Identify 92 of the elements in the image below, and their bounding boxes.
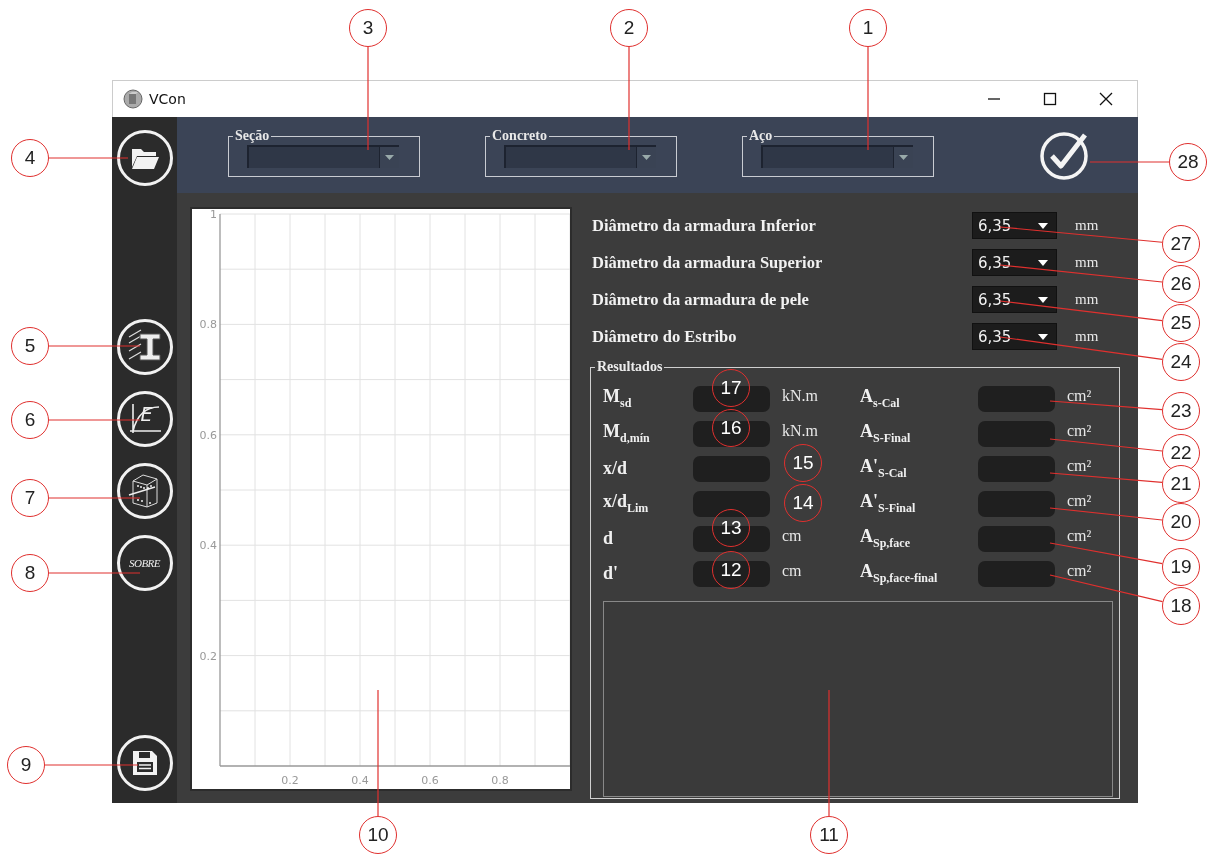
selector-label: Concreto	[491, 129, 548, 143]
y-tick-label: 0.8	[199, 318, 217, 332]
diameter-dropdown[interactable]: 6,35	[972, 249, 1057, 276]
result-field[interactable]	[693, 420, 770, 447]
unit-label: cm²	[1066, 562, 1092, 579]
caret-icon	[1038, 222, 1048, 229]
callout-marker: 26	[1162, 265, 1200, 303]
result-label: x/d$_{Lim}$	[603, 491, 650, 516]
callout-marker: 3	[349, 9, 387, 47]
result-label: M$_{sd}$	[603, 386, 633, 411]
callout-marker: 7	[11, 479, 49, 517]
x-tick-label: 0.2	[281, 774, 299, 787]
callout-marker: 10	[359, 816, 397, 854]
y-tick-label: 0.2	[199, 649, 217, 663]
diameter-dropdown[interactable]: 6,35	[972, 212, 1057, 239]
unit-label: cm²	[1066, 457, 1092, 474]
callout-marker: 24	[1162, 343, 1200, 381]
unit-label: kN.m	[781, 422, 818, 439]
callout-marker: 9	[7, 746, 45, 784]
diameter-label: Diâmetro da armadura Inferior	[591, 215, 817, 236]
y-tick-label: 1	[210, 209, 217, 221]
x-tick-label: 0.8	[491, 774, 509, 787]
unit-label: mm	[1075, 291, 1099, 308]
selector-label: Seção	[234, 129, 271, 143]
unit-label: cm²	[1066, 527, 1092, 544]
diameter-dropdown[interactable]: 6,35	[972, 286, 1057, 313]
window-title: VCon	[149, 91, 186, 107]
unit-label: cm	[781, 562, 802, 579]
callout-marker: 2	[610, 9, 648, 47]
callout-marker: 1	[849, 9, 887, 47]
result-label: A'$_{S-Cal}$	[860, 456, 908, 481]
caret-icon	[1038, 259, 1048, 266]
caret-icon	[642, 155, 651, 160]
result-label: x/d	[603, 458, 628, 479]
maximize-icon[interactable]	[1043, 92, 1057, 106]
callout-marker: 4	[11, 139, 49, 177]
callout-marker: 25	[1162, 304, 1200, 342]
callout-marker: 18	[1162, 587, 1200, 625]
result-label: d'	[603, 563, 619, 584]
unit-label: cm²	[1066, 387, 1092, 404]
result-field[interactable]	[693, 560, 770, 587]
diameter-label: Diâmetro da armadura Superior	[591, 252, 824, 273]
result-field[interactable]	[978, 455, 1055, 482]
result-label: A$_{Sp,face-final}$	[860, 561, 939, 586]
result-field[interactable]	[978, 385, 1055, 412]
callout-marker: 8	[11, 554, 49, 592]
y-tick-label: 0.6	[199, 428, 217, 442]
result-field[interactable]	[978, 525, 1055, 552]
caret-icon	[385, 155, 394, 160]
save-icon	[130, 749, 159, 777]
result-field[interactable]	[978, 560, 1055, 587]
unit-label: kN.m	[781, 387, 818, 404]
unit-label: cm	[781, 527, 802, 544]
about-icon: SOBRE	[128, 557, 161, 569]
caret-icon	[899, 155, 908, 160]
x-tick-label: 0.6	[421, 774, 439, 787]
y-tick-label: 0.4	[199, 539, 217, 553]
result-field[interactable]	[693, 490, 770, 517]
callout-marker: 11	[810, 816, 848, 854]
result-label: A$_{S-Final}$	[860, 421, 912, 446]
callout-marker: 6	[11, 401, 49, 439]
callout-marker: 5	[11, 327, 49, 365]
selector-label: Aço	[748, 129, 774, 143]
about-button[interactable]: SOBRE	[116, 535, 173, 591]
callout-marker: 28	[1169, 143, 1207, 181]
result-label: M$_{d,mín}$	[603, 421, 651, 446]
caret-icon	[1038, 333, 1048, 340]
caret-icon	[1038, 296, 1048, 303]
results-title: Resultados	[596, 359, 664, 375]
unit-label: mm	[1075, 217, 1099, 234]
unit-label: mm	[1075, 328, 1099, 345]
app-icon	[123, 89, 143, 109]
result-field[interactable]	[693, 455, 770, 482]
diameter-label: Diâmetro da armadura de pele	[591, 289, 810, 310]
diameter-label: Diâmetro do Estribo	[591, 326, 738, 347]
callout-marker: 21	[1162, 465, 1200, 503]
close-icon[interactable]	[1099, 92, 1113, 106]
callout-marker: 27	[1162, 225, 1200, 263]
result-label: A'$_{S-Final}$	[860, 491, 917, 516]
result-field[interactable]	[978, 490, 1055, 517]
result-label: d	[603, 528, 614, 549]
x-tick-label: 0.4	[351, 774, 369, 787]
callout-marker: 20	[1162, 503, 1200, 541]
callout-marker: 19	[1162, 548, 1200, 586]
unit-label: mm	[1075, 254, 1099, 271]
result-label: A$_{Sp,face}$	[860, 526, 911, 551]
result-label: A$_{s-Cal}$	[860, 386, 901, 411]
unit-label: cm²	[1066, 422, 1092, 439]
diameter-dropdown[interactable]: 6,35	[972, 323, 1057, 350]
unit-label: cm²	[1066, 492, 1092, 509]
callout-marker: 23	[1162, 392, 1200, 430]
result-field[interactable]	[978, 420, 1055, 447]
